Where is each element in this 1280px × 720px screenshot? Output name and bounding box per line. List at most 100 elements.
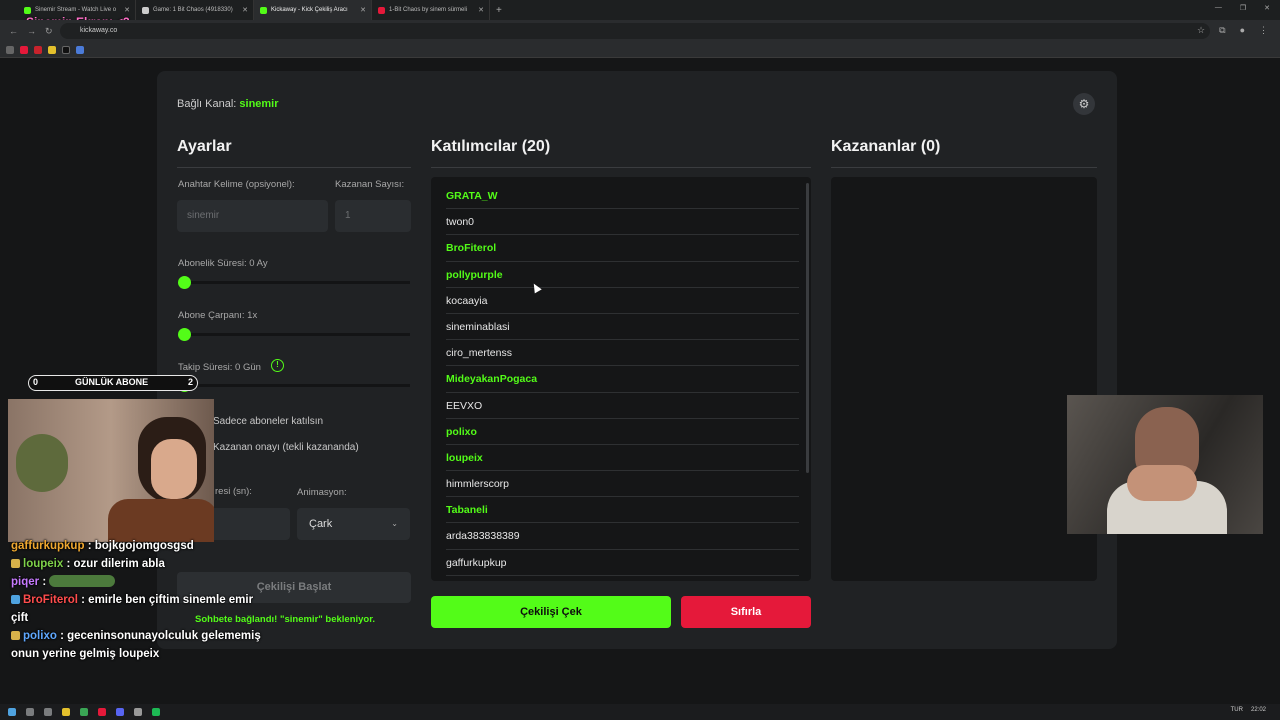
apps-icon[interactable] [6,45,14,54]
scrollbar[interactable] [806,183,809,473]
url-field[interactable]: kickaway.co [60,23,1210,39]
chevron-down-icon: ⌄ [391,519,398,528]
tab-strip: Sinemir Stream - Watch Live o ✕ Game: 1 B… [0,0,1280,20]
keyword-input[interactable]: sinemir [177,200,328,232]
follow-duration-slider[interactable] [178,379,410,392]
search-icon[interactable] [26,708,34,716]
close-icon[interactable]: ✕ [124,6,130,14]
youtube-icon[interactable] [20,45,28,54]
slider-handle[interactable] [178,328,191,341]
language-indicator[interactable]: TUR [1231,707,1243,713]
clock[interactable]: 22:02 [1251,707,1266,713]
winner-count-input[interactable]: 1 [335,200,411,232]
reload-icon[interactable]: ↻ [45,26,53,37]
close-icon[interactable]: ✕ [478,6,484,14]
chat-user: gaffurkupkup [11,540,85,552]
close-icon[interactable]: ✕ [360,6,366,14]
sparkle-icon[interactable] [76,45,84,54]
minimize-icon[interactable]: — [1215,4,1222,12]
participant-row: twon0 [446,209,799,236]
subs-only-checkbox[interactable]: Sadece aboneler katılsın [213,416,323,427]
bookmark-star-icon[interactable]: ☆ [1197,25,1205,36]
chat-message: gaffurkupkup : bojkgojomgosgsd [11,537,271,555]
sub-multiplier-label: Abone Çarpanı: 1x [178,310,258,321]
spotify-icon[interactable] [152,708,160,716]
keyword-label: Anahtar Kelime (opsiyonel): [178,179,295,190]
close-window-icon[interactable]: ✕ [1264,4,1270,12]
address-bar: ← → ↻ kickaway.co ☆ ⧉ ● ⋮ [0,20,1280,42]
chat-message: loupeix : ozur dilerim abla [11,555,271,573]
connected-channel: Bağlı Kanal: sinemir [177,98,279,110]
participant-row: arda383838389 [446,523,799,550]
draw-button[interactable]: Çekilişi Çek [431,596,671,628]
sub-multiplier-slider[interactable] [178,328,410,341]
file-explorer-icon[interactable] [62,708,70,716]
forward-icon[interactable]: → [27,26,36,36]
person-hands [1127,465,1197,501]
emote-icon [49,575,116,587]
reset-button[interactable]: Sıfırla [681,596,811,628]
new-tab-button[interactable]: + [496,5,502,16]
maximize-icon[interactable]: ❐ [1240,4,1246,12]
stream-chat: gaffurkupkup : bojkgojomgosgsd loupeix :… [11,537,271,663]
participant-row: GRATA_W [446,183,799,210]
gear-icon[interactable]: ⚙ [1073,93,1095,115]
sub-badge-icon [11,631,20,640]
animation-value: Çark [309,518,333,530]
participants-title: Katılımcılar (20) [431,138,551,155]
extensions-icon[interactable]: ⧉ [1219,25,1225,36]
discord-icon[interactable] [116,708,124,716]
obs-icon[interactable] [134,708,142,716]
tab-label: Sinemir Stream - Watch Live o [35,7,117,13]
info-icon[interactable]: ! [271,359,284,372]
system-tray: TUR 22:02 [1231,707,1266,713]
slider-handle[interactable] [178,276,191,289]
chat-message: polixo : geceninsonunayolculuk gelememiş… [11,627,271,663]
streamer-webcam [8,399,214,542]
participant-row: pollypurple [446,262,799,288]
person-face [151,439,197,499]
back-icon[interactable]: ← [9,26,18,36]
participants-items: GRATA_W twon0 BroFiterol pollypurple kocaayi… [431,177,811,576]
animation-select[interactable]: Çark ⌄ [297,508,410,540]
tab-game[interactable]: Game: 1 Bit Chaos (4918330) ✕ [136,0,254,20]
profile-icon[interactable]: ● [1240,25,1245,36]
participant-row: Tabaneli [446,497,799,524]
participant-row: EEVXO [446,393,799,419]
chat-user: loupeix [23,558,64,570]
wall-poster [16,434,68,492]
task-view-icon[interactable] [44,708,52,716]
chrome-icon[interactable] [98,708,106,716]
channel-label: Bağlı Kanal: [177,98,237,110]
winner-approval-checkbox[interactable]: Kazanan onayı (tekli kazananda) [213,442,359,453]
chat-user: piqer [11,576,40,588]
sub-goal-bar: 0 GÜNLÜK ABONE 2 [28,375,198,391]
pinterest-icon[interactable] [34,45,42,54]
participant-row: gaffurkupkup [446,550,799,576]
windows-start-icon[interactable] [8,708,16,716]
winner-count-label: Kazanan Sayısı: [335,179,405,190]
app-icon[interactable] [80,708,88,716]
sub-goal-current: 0 [33,377,39,387]
close-icon[interactable]: ✕ [242,6,248,14]
itch-icon [378,6,385,14]
participant-row: loupeix [446,445,799,472]
chat-user: polixo [23,630,57,642]
tiktok-icon[interactable] [62,45,70,54]
participant-row: ciro_mertenss [446,340,799,367]
menu-icon[interactable]: ⋮ [1259,25,1268,36]
chat-user: BroFiterol [23,594,78,606]
sub-goal-target: 2 [187,377,193,387]
bookmark-icon[interactable] [48,45,56,54]
chat-text: : bojkgojomgosgsd [87,540,194,552]
settings-title: Ayarlar [177,138,232,155]
tab-1bit-chaos[interactable]: 1-Bit Chaos by sinem sürmeli ✕ [372,0,490,20]
sub-duration-slider[interactable] [178,276,410,289]
kick-icon [260,6,267,14]
animation-label: Animasyon: [297,487,347,498]
participant-row: sineminablasi [446,314,799,341]
participant-row: himmlerscorp [446,471,799,498]
sub-badge-icon [11,595,20,604]
tab-kickaway[interactable]: Kickaway - Kick Çekiliş Aracı ✕ [254,0,372,20]
window-controls: — ❐ ✕ [1215,4,1270,12]
